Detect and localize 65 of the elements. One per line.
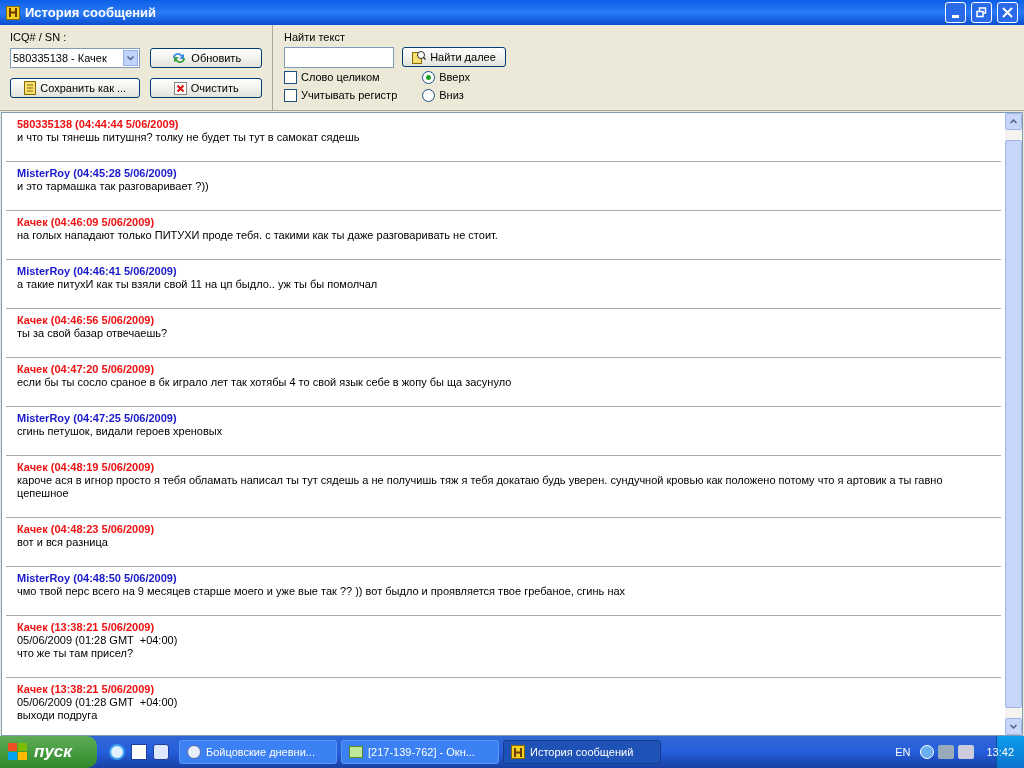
search-label: Найти текст — [284, 31, 346, 44]
minimize-button[interactable] — [945, 2, 966, 23]
checkbox[interactable] — [284, 71, 297, 84]
message-header: MisterRoy (04:48:50 5/06/2009) — [17, 572, 178, 585]
taskbar-button[interactable]: Бойцовские дневни... — [179, 740, 337, 764]
taskbar-button[interactable]: [217-139-762] - Окн... — [341, 740, 499, 764]
window-title: История сообщений — [25, 3, 157, 22]
checkbox[interactable] — [284, 89, 297, 102]
message-header: Качек (04:47:20 5/06/2009) — [17, 363, 156, 376]
message-text: на голых нападают только ПИТУХИ проде тебя. с такими как ты даже разговаривать не стоит. — [17, 229, 499, 242]
checkbox-label: Учитывать регистр — [301, 89, 398, 102]
radio-label: Вниз — [439, 89, 464, 102]
radio-button[interactable] — [422, 89, 436, 102]
message-text: если бы ты сосло сраное в бк играло лет так хотябы 4 то свой язык себе в жопу бы ща засунуло — [17, 376, 513, 389]
message-header: Качек (04:46:09 5/06/2009) — [17, 216, 156, 229]
find-document-icon — [412, 50, 427, 64]
contact-label: ICQ# / SN : — [10, 31, 68, 44]
app-logo-icon — [511, 745, 525, 759]
message-header: Качек (04:48:19 5/06/2009) — [17, 461, 156, 474]
app-logo-icon — [6, 5, 20, 20]
save-as-button[interactable]: Сохранить как ... — [10, 78, 141, 98]
message-text: вот и вся разница — [17, 536, 109, 549]
refresh-arrows-icon — [171, 51, 188, 65]
restore-icon — [976, 7, 987, 18]
scroll-up-button[interactable] — [1005, 113, 1022, 130]
message-header: Качек (13:38:21 5/06/2009) — [17, 621, 156, 634]
message-text: кароче ася в игнор просто я тебя обламать написал ты тут сядешь а не получишь тяж я тебя докатаю будь уверен. сундучной кровью как положено потому что я артовик а ты гавно — [17, 474, 944, 487]
close-icon — [1002, 7, 1013, 18]
message-header: 580335138 (04:44:44 5/06/2009) — [17, 118, 180, 131]
message-text: и что ты тянешь питушня? толку не будет ты тут в самокат сядешь — [17, 131, 361, 144]
checkbox-label: Слово целиком — [301, 71, 380, 84]
radio-label: Вверх — [439, 71, 470, 84]
notepad-icon — [349, 746, 363, 758]
message-text: чмо твой перс всего на 9 месяцев старше моего и уже вые так ?? )) вот быдло и проявляется твое гребаное, сгинь нах — [17, 585, 627, 598]
taskbar-button[interactable]: История сообщений — [503, 740, 661, 764]
message-text: цепешное — [17, 487, 70, 500]
message-text: и это тармашка так разговаривает ?)) — [17, 180, 210, 193]
message-text: выходи подруга — [17, 709, 99, 722]
document-icon — [24, 81, 37, 95]
globe-icon — [187, 745, 201, 759]
clock: 13:42 — [986, 744, 1014, 760]
clear-button[interactable]: Очистить — [150, 78, 262, 98]
close-icon — [173, 81, 187, 95]
message-text: 05/06/2009 (01:28 GMT +04:00) — [17, 634, 179, 647]
search-field[interactable] — [284, 47, 394, 68]
close-button[interactable] — [997, 2, 1018, 23]
windows-logo-icon — [8, 743, 28, 761]
refresh-button[interactable]: Обновить — [150, 48, 262, 68]
message-header: Качек (13:38:21 5/06/2009) — [17, 683, 156, 696]
message-text: ты за свой базар отвечаешь? — [17, 327, 169, 340]
message-header: MisterRoy (04:45:28 5/06/2009) — [17, 167, 178, 180]
find-next-button[interactable]: Найти далее — [402, 47, 506, 67]
language-indicator[interactable]: EN — [895, 743, 911, 761]
contact-dropdown[interactable]: 580335138 - Качек — [10, 48, 141, 68]
restore-button[interactable] — [971, 2, 992, 23]
message-text: что же ты там присел? — [17, 647, 134, 660]
message-header: MisterRoy (04:47:25 5/06/2009) — [17, 412, 178, 425]
message-text: 05/06/2009 (01:28 GMT +04:00) — [17, 696, 179, 709]
radio-button[interactable] — [422, 71, 436, 84]
message-header: Качек (04:46:56 5/06/2009) — [17, 314, 156, 327]
message-text: сгинь петушок, видали героев хреновых — [17, 425, 224, 438]
message-header: MisterRoy (04:46:41 5/06/2009) — [17, 265, 178, 278]
message-header: Качек (04:48:23 5/06/2009) — [17, 523, 156, 536]
message-text: а такие питухИ как ты взяли свой 11 на цп быдло.. уж ты бы помолчал — [17, 278, 379, 291]
scroll-down-button[interactable] — [1005, 718, 1022, 735]
